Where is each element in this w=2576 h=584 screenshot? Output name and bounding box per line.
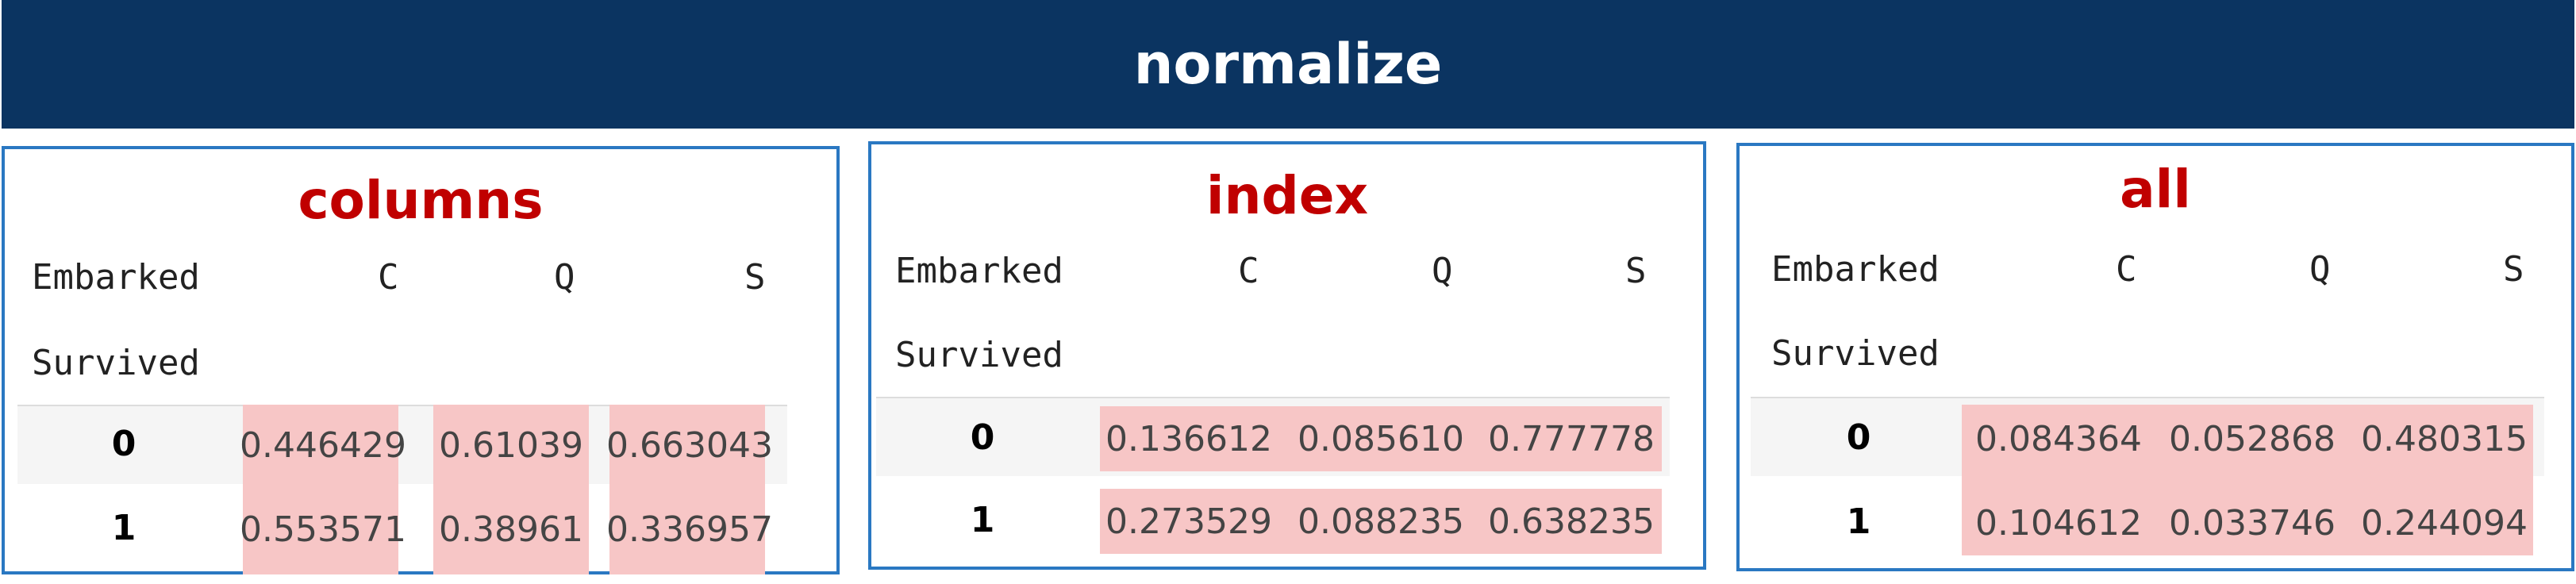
- cell-1-q: 0.033746: [2169, 503, 2336, 544]
- header-survived: Survived: [32, 343, 200, 383]
- cell-0-c: 0.136612: [1105, 419, 1272, 459]
- header-embarked: Embarked: [1771, 249, 1940, 290]
- cell-0-q: 0.052868: [2169, 419, 2336, 459]
- cell-0-c: 0.084364: [1975, 419, 2142, 459]
- cell-1-s: 0.638235: [1488, 501, 1655, 542]
- panel-title-index: index: [1205, 165, 1369, 226]
- cell-0-s: 0.777778: [1488, 419, 1655, 459]
- banner-title: normalize: [1133, 32, 1443, 97]
- header-col-s: S: [2503, 249, 2524, 290]
- cell-0-c: 0.446429: [240, 425, 406, 466]
- row-index-0: 0: [970, 417, 995, 458]
- header-col-c: C: [1238, 251, 1259, 291]
- panel-title-columns: columns: [298, 170, 544, 231]
- row-index-1: 1: [970, 500, 995, 540]
- panel-title-all: all: [2120, 159, 2191, 220]
- row-index-0: 0: [111, 424, 136, 464]
- cell-0-s: 0.480315: [2361, 419, 2528, 459]
- header-embarked: Embarked: [32, 257, 200, 298]
- cell-1-c: 0.273529: [1105, 501, 1272, 542]
- header-col-q: Q: [554, 257, 575, 298]
- header-survived: Survived: [895, 335, 1063, 375]
- cell-0-q: 0.61039: [439, 425, 583, 466]
- header-col-q: Q: [1432, 251, 1453, 291]
- header-survived: Survived: [1771, 333, 1940, 374]
- header-col-s: S: [744, 257, 766, 298]
- row-index-0: 0: [1846, 417, 1871, 458]
- panel-index: index Embarked C Q S Survived 0 1 0.1366…: [868, 141, 1706, 570]
- row-index-1: 1: [1846, 501, 1871, 542]
- row-index-1: 1: [111, 508, 136, 548]
- cell-1-c: 0.553571: [240, 509, 406, 550]
- cell-1-s: 0.336957: [606, 509, 773, 550]
- header-embarked: Embarked: [895, 251, 1063, 291]
- cell-1-c: 0.104612: [1975, 503, 2142, 544]
- cell-0-s: 0.663043: [606, 425, 773, 466]
- normalize-banner: normalize: [2, 0, 2574, 129]
- cell-0-q: 0.085610: [1298, 419, 1464, 459]
- header-col-c: C: [378, 257, 399, 298]
- header-col-c: C: [2116, 249, 2137, 290]
- cell-1-q: 0.088235: [1298, 501, 1464, 542]
- cell-1-q: 0.38961: [439, 509, 583, 550]
- header-col-q: Q: [2309, 249, 2331, 290]
- panel-columns: columns Embarked C Q S Survived 0 1 0.44…: [2, 146, 840, 574]
- cell-1-s: 0.244094: [2361, 503, 2528, 544]
- header-col-s: S: [1625, 251, 1647, 291]
- panel-all: all Embarked C Q S Survived 0 1 0.084364…: [1736, 143, 2574, 571]
